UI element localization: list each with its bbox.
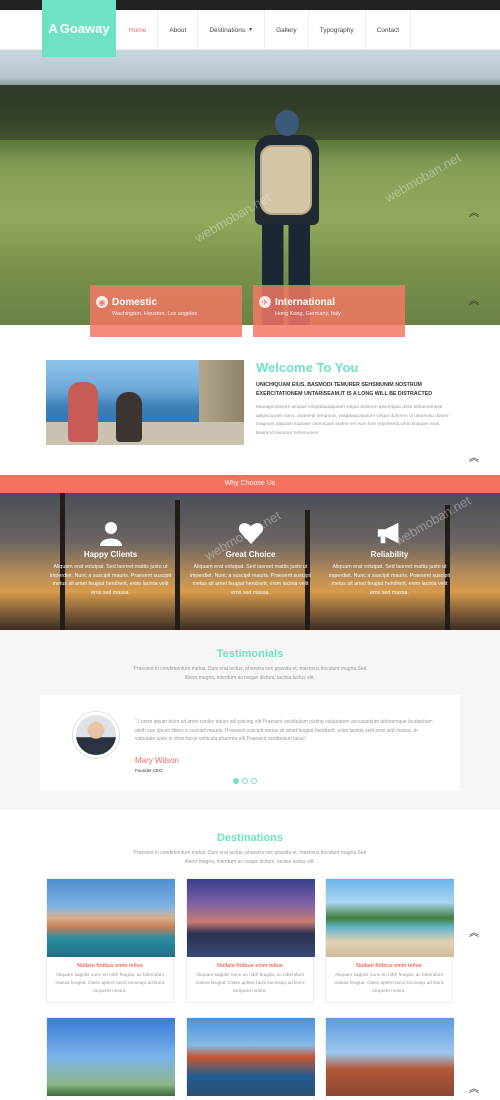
destination-photo <box>326 879 454 957</box>
scroll-up-icon[interactable]: ︽ <box>468 1085 480 1100</box>
why-item-text: Aliquam erat volutpat. Sed laoreet matti… <box>49 564 172 596</box>
hero-banner: webmoban.net webmoban.net <box>0 50 500 325</box>
quote-text: Lorem ipsum dolor sit amet conlec tetuer… <box>135 719 433 742</box>
avatar <box>73 712 119 758</box>
nav-contact[interactable]: Contact <box>366 10 412 50</box>
scroll-up-icon[interactable]: ︽ <box>468 209 480 224</box>
child-figure <box>68 382 98 442</box>
destination-photo <box>326 1018 454 1096</box>
carousel-dot[interactable] <box>251 778 257 784</box>
destination-card[interactable] <box>46 1017 175 1100</box>
destination-text: Aliquam sagittis nunc eu nibh feugiat, a… <box>55 973 165 994</box>
tile-international[interactable]: ✈ International Hong Kong, Germany, Ital… <box>253 285 405 337</box>
logo[interactable]: A Goaway <box>42 0 116 57</box>
carousel-dot[interactable] <box>242 778 248 784</box>
why-item-title: Great Choice <box>225 550 276 559</box>
testimonial-name: Mary Wilson <box>135 756 180 765</box>
destination-photo <box>187 879 315 957</box>
destination-title[interactable]: Nullam finibus enim tellus <box>326 963 452 969</box>
tile-domestic[interactable]: ◉ Domestic Washington, Houston, Los ange… <box>90 285 242 337</box>
globe-icon: ◉ <box>96 296 108 308</box>
child-figure <box>116 392 142 442</box>
destination-photo <box>47 879 175 957</box>
heart-icon <box>237 520 265 546</box>
nav-home[interactable]: Home <box>118 10 159 50</box>
why-item-title: Happy Clients <box>83 550 138 559</box>
carousel-dots <box>233 778 257 784</box>
destination-card[interactable]: Nullam finibus enim tellus Aliquam sagit… <box>186 878 315 1003</box>
why-item-happy-clients: Happy Clients Aliquam erat volutpat. Sed… <box>48 520 173 597</box>
destination-text: Aliquam sagittis nunc eu nibh feugiat, a… <box>334 973 444 994</box>
destination-card[interactable]: Nullam finibus enim tellus Aliquam sagit… <box>325 878 454 1003</box>
why-item-text: Aliquam erat volutpat. Sed laoreet matti… <box>189 564 312 596</box>
destination-text: Aliquam sagittis nunc eu nibh feugiat, a… <box>195 973 305 994</box>
testimonials-title: Testimonials <box>216 648 284 660</box>
nav-typography[interactable]: Typography <box>309 10 366 50</box>
megaphone-icon <box>376 520 404 546</box>
testimonials-subtitle: Praesent in condimentum metus. Duis erat… <box>133 666 367 681</box>
plane-icon: ✈ <box>259 296 271 308</box>
nav-gallery[interactable]: Gallery <box>265 10 309 50</box>
destinations-title: Destinations <box>216 832 283 844</box>
destination-title[interactable]: Nullam finibus enim tellus <box>47 963 173 969</box>
scroll-up-icon[interactable]: ︽ <box>468 454 480 469</box>
caret-down-icon: ▼ <box>248 27 254 33</box>
tile-subtitle: Hong Kong, Germany, Italy <box>275 311 341 317</box>
backpack <box>260 145 312 215</box>
tile-title: Domestic <box>112 297 158 308</box>
carousel-dot[interactable] <box>233 778 239 784</box>
nav-destinations[interactable]: Destinations ▼ <box>198 10 266 50</box>
palm-trunk <box>175 500 180 630</box>
hiker-head <box>275 110 299 136</box>
welcome-photo <box>46 360 244 445</box>
destination-card[interactable] <box>325 1017 454 1100</box>
logo-text: Goaway <box>59 21 110 36</box>
why-item-great-choice: Great Choice Aliquam erat volutpat. Sed … <box>188 520 313 597</box>
destination-card[interactable] <box>186 1017 315 1100</box>
why-item-reliability: Reliability Aliquam erat volutpat. Sed l… <box>327 520 452 597</box>
user-icon <box>97 520 125 546</box>
destination-photo <box>47 1018 175 1096</box>
scroll-up-icon[interactable]: ︽ <box>468 929 480 944</box>
welcome-subtitle: UNICHIQUAM EIUS, BASMODI TEMURER SEHSMUN… <box>256 382 433 397</box>
main-nav: Home About Destinations ▼ Gallery Typogra… <box>118 10 412 50</box>
destinations-subtitle: Praesent in condimentum metus. Duis erat… <box>133 850 367 865</box>
logo-mark: A <box>48 21 58 36</box>
tile-title: International <box>275 297 336 308</box>
welcome-body: Managit itolores amquie voluptaquaquiam … <box>256 405 449 436</box>
tile-subtitle: Washington, Houston, Los angeles <box>112 311 198 317</box>
destination-photo <box>187 1018 315 1096</box>
nav-about[interactable]: About <box>158 10 199 50</box>
destination-card[interactable]: Nullam finibus enim tellus Aliquam sagit… <box>46 878 175 1003</box>
welcome-title: Welcome To You <box>256 360 359 375</box>
why-item-title: Reliability <box>370 550 409 559</box>
destination-title[interactable]: Nullam finibus enim tellus <box>187 963 313 969</box>
scroll-up-icon[interactable]: ︽ <box>468 297 480 312</box>
testimonial-role: Founder,CEO <box>135 768 163 773</box>
testimonial-quote: “ Lorem ipsum dolor sit amet conlec tetu… <box>135 719 433 742</box>
why-item-text: Aliquam erat volutpat. Sed laoreet matti… <box>328 564 451 596</box>
why-choose-bar: Why Choose Us <box>0 475 500 493</box>
